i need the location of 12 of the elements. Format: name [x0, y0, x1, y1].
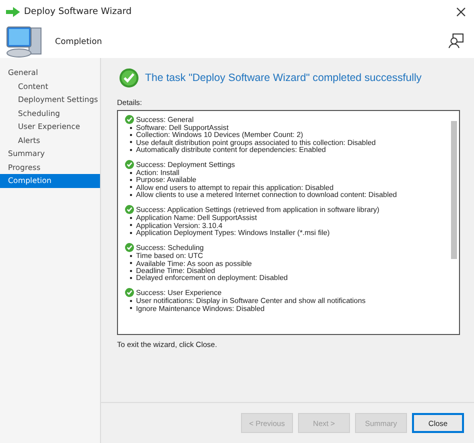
page-title: Completion — [55, 36, 102, 46]
person-icon[interactable] — [448, 33, 464, 49]
arrow-icon — [6, 7, 20, 17]
window-title: Deploy Software Wizard — [24, 7, 132, 17]
success-icon — [119, 68, 139, 88]
success-message: The task "Deploy Software Wizard" completed successfully — [145, 72, 422, 84]
check-icon — [125, 160, 134, 170]
check-icon — [125, 243, 134, 252]
check-icon — [125, 205, 134, 214]
close-icon[interactable] — [456, 7, 466, 17]
check-icon — [125, 115, 134, 124]
check-icon — [125, 288, 134, 298]
